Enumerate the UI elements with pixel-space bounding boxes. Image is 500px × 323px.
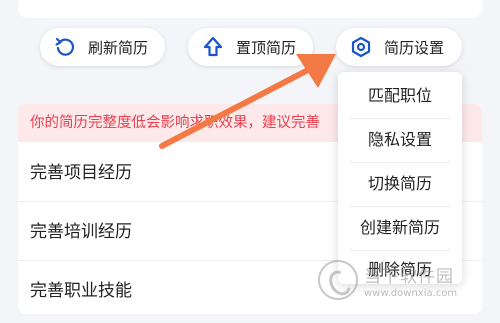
watermark-logo-icon	[318, 260, 358, 300]
watermark-title: 当下软件园	[364, 267, 454, 287]
watermark-url: www.downxia.com	[364, 288, 458, 299]
watermark: 当下软件园 www.downxia.com	[318, 258, 488, 314]
